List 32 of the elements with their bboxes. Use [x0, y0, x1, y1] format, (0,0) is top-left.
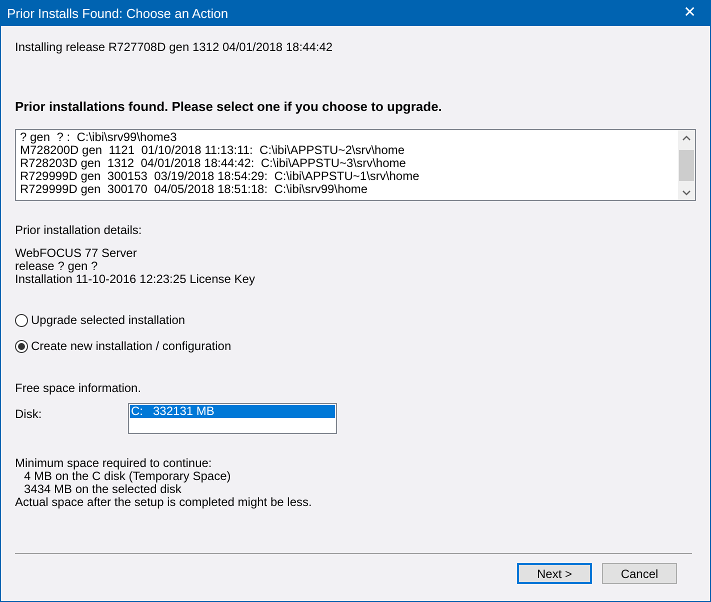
detail-line: release ? gen ? [15, 260, 99, 273]
installation-item[interactable]: R729999D gen 300170 04/05/2018 18:51:18: C:\ibi\srv99\home [20, 183, 678, 196]
details-label: Prior installation details: [15, 223, 143, 237]
scrollbar[interactable] [678, 130, 695, 200]
minimum-space-line: 4 MB on the C disk (Temporary Space) [23, 470, 232, 483]
dialog-button[interactable]: Next > [517, 563, 592, 584]
close-button[interactable]: ✕ [670, 1, 710, 26]
installation-item[interactable]: R729999D gen 300153 03/19/2018 18:54:29: C:\ibi\APPSTU~1\srv\home [20, 170, 678, 183]
installing-text: Installing release R727708D gen 1312 04/01/2018 18:44:42 [15, 40, 334, 54]
dialog-button[interactable]: Cancel [602, 563, 677, 584]
heading: Prior installations found. Please select one if you choose to upgrade. [15, 99, 443, 115]
window-title: Prior Installs Found: Choose an Action [6, 4, 228, 23]
detail-line: WebFOCUS 77 Server [15, 247, 138, 260]
installations-list[interactable] [15, 129, 696, 201]
radio-button[interactable] [15, 314, 28, 326]
disk-item[interactable]: C: 332131 MB [130, 405, 335, 418]
radio-option[interactable]: Upgrade selected installation [15, 313, 696, 327]
free-space-label: Free space information. [15, 381, 142, 395]
scroll-thumb[interactable] [679, 150, 694, 181]
disk-list[interactable]: C: 332131 MB [128, 403, 337, 434]
radio-button[interactable] [15, 340, 28, 352]
minimum-space-line: 3434 MB on the selected disk [23, 483, 182, 496]
installation-item[interactable]: R728203D gen 1312 04/01/2018 18:44:42: C:\ibi\APPSTU~3\srv\home [20, 157, 678, 170]
radio-option[interactable]: Create new installation / configuration [15, 339, 696, 353]
scroll-down-icon[interactable] [682, 190, 691, 196]
disk-label: Disk: [15, 407, 43, 421]
detail-line: Installation 11-10-2016 12:23:25 License Key [15, 273, 256, 286]
installation-item[interactable]: M728200D gen 1121 01/10/2018 11:13:11: C:\ibi\APPSTU~2\srv\home [20, 144, 678, 157]
minimum-space-title: Minimum space required to continue: [15, 457, 213, 470]
minimum-space-note: Actual space after the setup is completed might be less. [15, 496, 313, 509]
installation-item[interactable]: ? gen ? : C:\ibi\srv99\home3 [20, 131, 678, 144]
scroll-up-icon[interactable] [682, 135, 691, 141]
